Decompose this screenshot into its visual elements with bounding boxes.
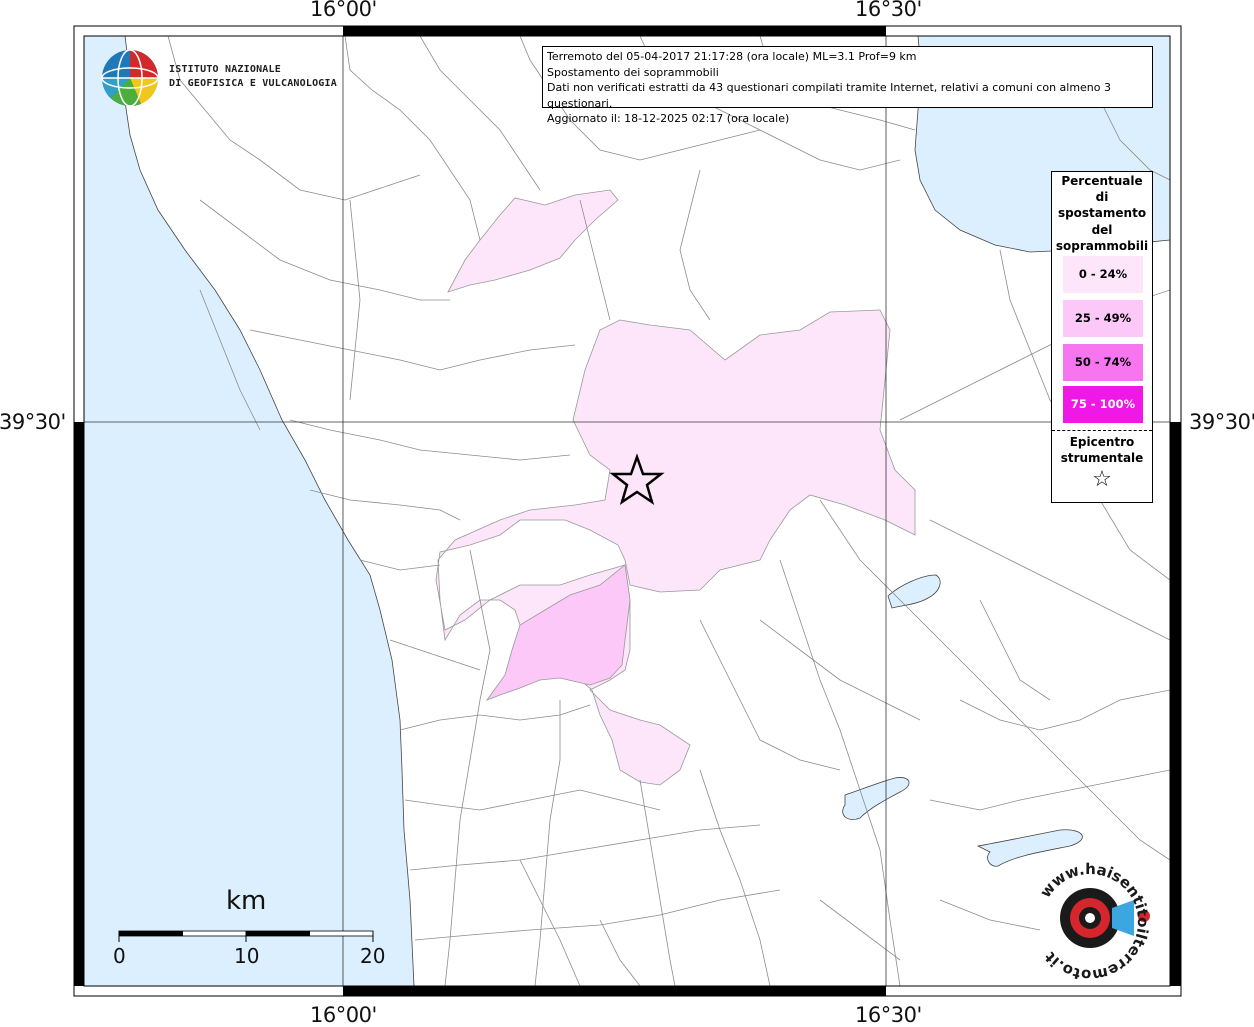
haisentito-logo: www.haisentitoilterremoto.it (1036, 862, 1150, 982)
event-info-line2: Spostamento dei soprammobili (547, 65, 719, 79)
legend-class-25-49: 25 - 49% (1063, 300, 1143, 337)
legend-epicenter-star-icon: ☆ (1092, 467, 1112, 492)
legend-title-line1: Percentuale (1061, 174, 1143, 188)
ingv-logo-line1: ISTITUTO NAZIONALE (169, 64, 281, 75)
legend-epicenter-label: Epicentro strumentale (1052, 434, 1152, 466)
legend-epicenter-line1: Epicentro (1069, 435, 1135, 449)
event-info-line3: Dati non verificati estratti da 43 quest… (547, 81, 1112, 110)
scale-tick-20: 20 (360, 944, 386, 968)
legend-title: Percentuale di spostamento del soprammob… (1052, 172, 1152, 254)
legend-title-line2: di (1095, 190, 1109, 205)
ingv-logo-text: ISTITUTO NAZIONALE DI GEOFISICA E VULCAN… (169, 63, 337, 91)
legend-class-50-74: 50 - 74% (1063, 344, 1143, 381)
legend-class-0-24: 0 - 24% (1063, 256, 1143, 293)
scale-title: km (226, 886, 267, 916)
event-info-line4: Aggiornato il: 18-12-2025 02:17 (ora loc… (547, 112, 790, 125)
event-info-line1: Terremoto del 05-04-2017 21:17:28 (ora l… (547, 50, 917, 63)
scale-tick-10: 10 (234, 944, 260, 968)
legend-title-line5: soprammobili (1055, 238, 1149, 253)
legend-epicenter-line2: strumentale (1060, 451, 1144, 465)
legend-class-75-100: 75 - 100% (1063, 386, 1143, 423)
legend-title-line4: del (1091, 222, 1113, 237)
ingv-logo-line2: DI GEOFISICA E VULCANOLOGIA (169, 78, 337, 89)
legend-title-line3: spostamento (1057, 206, 1147, 221)
legend: Percentuale di spostamento del soprammob… (1051, 171, 1153, 503)
legend-separator (1052, 430, 1152, 431)
scale-tick-0: 0 (113, 944, 126, 968)
event-info-box: Terremoto del 05-04-2017 21:17:28 (ora l… (542, 46, 1153, 125)
